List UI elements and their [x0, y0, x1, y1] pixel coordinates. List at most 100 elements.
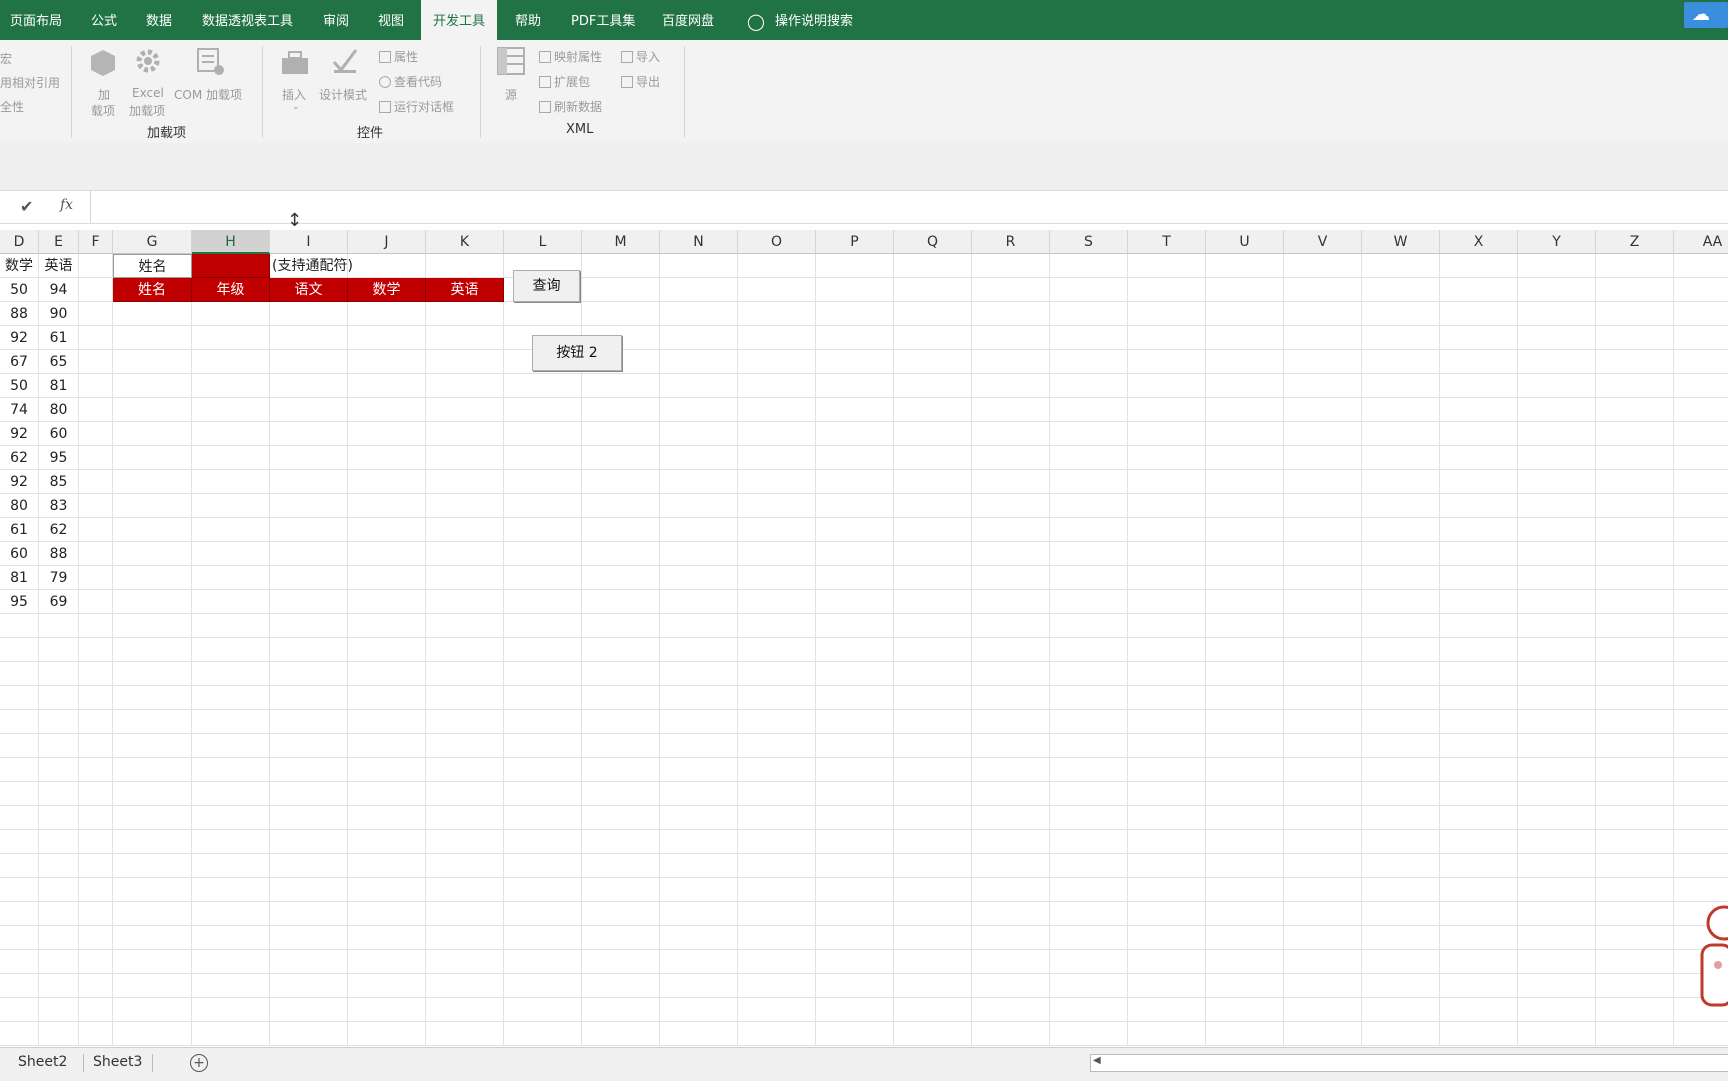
grid-cell[interactable] — [1128, 278, 1206, 302]
horizontal-scrollbar[interactable]: ◀ — [1090, 1054, 1728, 1072]
grid-cell[interactable] — [1362, 998, 1440, 1022]
grid-cell[interactable] — [660, 758, 738, 782]
grid-cell[interactable] — [1440, 806, 1518, 830]
grid-cell[interactable] — [348, 374, 426, 398]
grid-cell[interactable] — [1284, 830, 1362, 854]
grid-cell[interactable] — [972, 614, 1050, 638]
grid-cell[interactable] — [270, 806, 348, 830]
grid-cell[interactable] — [1284, 350, 1362, 374]
grid-cell[interactable] — [1050, 374, 1128, 398]
grid-cell[interactable] — [660, 614, 738, 638]
grid-cell[interactable] — [113, 974, 192, 998]
grid-cell[interactable] — [426, 302, 504, 326]
excel-addins-line2[interactable]: 加载项 — [129, 102, 165, 119]
grid-cell[interactable] — [113, 302, 192, 326]
grid-cell[interactable] — [192, 638, 270, 662]
grid-cell[interactable] — [1128, 1022, 1206, 1046]
grid-cell[interactable] — [972, 758, 1050, 782]
grid-cell[interactable] — [972, 518, 1050, 542]
grid-cell[interactable] — [1362, 638, 1440, 662]
grid-cell[interactable] — [972, 926, 1050, 950]
grid-cell[interactable] — [1440, 422, 1518, 446]
grid-cell[interactable] — [894, 326, 972, 350]
grid-cell[interactable] — [504, 422, 582, 446]
grid-cell[interactable] — [270, 854, 348, 878]
grid-cell[interactable] — [0, 926, 39, 950]
grid-cell[interactable] — [894, 710, 972, 734]
grid-cell[interactable] — [348, 854, 426, 878]
grid-cell[interactable] — [192, 398, 270, 422]
grid-cell[interactable] — [113, 686, 192, 710]
grid-cell[interactable] — [894, 830, 972, 854]
grid-cell[interactable] — [816, 590, 894, 614]
grid-cell[interactable] — [1284, 902, 1362, 926]
grid-cell[interactable] — [1050, 422, 1128, 446]
grid-cell[interactable] — [894, 398, 972, 422]
grid-cell[interactable] — [1284, 542, 1362, 566]
grid-cell[interactable] — [426, 1022, 504, 1046]
import-button[interactable]: 导入 — [621, 48, 660, 65]
grid-cell[interactable] — [738, 374, 816, 398]
grid-cell[interactable] — [1284, 854, 1362, 878]
grid-cell[interactable] — [738, 734, 816, 758]
grid-cell[interactable] — [1050, 782, 1128, 806]
grid-cell[interactable] — [660, 806, 738, 830]
grid-cell[interactable] — [738, 446, 816, 470]
grid-cell[interactable] — [1518, 518, 1596, 542]
grid-cell[interactable] — [1050, 638, 1128, 662]
grid-cell[interactable] — [1050, 998, 1128, 1022]
grid-cell[interactable] — [816, 254, 894, 278]
grid-cell[interactable] — [1128, 422, 1206, 446]
grid-cell[interactable] — [660, 302, 738, 326]
grid-cell[interactable] — [1128, 710, 1206, 734]
grid-cell[interactable] — [1206, 518, 1284, 542]
grid-cell[interactable] — [1518, 350, 1596, 374]
grid-cell[interactable] — [426, 782, 504, 806]
grid-cell[interactable] — [894, 278, 972, 302]
grid-cell[interactable] — [504, 494, 582, 518]
cell-math-value[interactable]: 80 — [0, 494, 39, 518]
grid-cell[interactable] — [39, 998, 79, 1022]
grid-cell[interactable] — [1440, 614, 1518, 638]
grid-cell[interactable] — [504, 950, 582, 974]
column-header-z[interactable]: Z — [1596, 230, 1674, 254]
grid-cell[interactable] — [1362, 278, 1440, 302]
grid-cell[interactable] — [79, 734, 113, 758]
grid-cell[interactable] — [348, 422, 426, 446]
grid-cell[interactable] — [1440, 950, 1518, 974]
grid-cell[interactable] — [894, 350, 972, 374]
grid-cell[interactable] — [1128, 806, 1206, 830]
grid-cell[interactable] — [270, 542, 348, 566]
grid-cell[interactable] — [738, 590, 816, 614]
grid-cell[interactable] — [660, 830, 738, 854]
macro-security-partial[interactable]: 宏 — [0, 50, 12, 67]
grid-cell[interactable] — [113, 926, 192, 950]
grid-cell[interactable] — [504, 902, 582, 926]
grid-cell[interactable] — [1440, 710, 1518, 734]
grid-cell[interactable] — [426, 878, 504, 902]
query-wildcard-hint[interactable]: (支持通配符) — [270, 254, 353, 278]
grid-cell[interactable] — [1362, 974, 1440, 998]
grid-cell[interactable] — [1050, 734, 1128, 758]
grid-cell[interactable] — [39, 806, 79, 830]
grid-cell[interactable] — [426, 566, 504, 590]
tab-developer[interactable]: 开发工具 — [421, 0, 498, 40]
grid-cell[interactable] — [1518, 614, 1596, 638]
grid-cell[interactable] — [504, 734, 582, 758]
grid-cell[interactable] — [816, 278, 894, 302]
grid-cell[interactable] — [1284, 950, 1362, 974]
grid-cell[interactable] — [79, 254, 113, 278]
cell-math-value[interactable]: 61 — [0, 518, 39, 542]
grid-cell[interactable] — [582, 758, 660, 782]
grid-cell[interactable] — [1206, 662, 1284, 686]
grid-cell[interactable] — [79, 830, 113, 854]
grid-cell[interactable] — [1518, 398, 1596, 422]
grid-cell[interactable] — [1596, 806, 1674, 830]
grid-cell[interactable] — [1440, 974, 1518, 998]
grid-cell[interactable] — [1440, 782, 1518, 806]
grid-cell[interactable] — [1440, 566, 1518, 590]
grid-cell[interactable] — [1128, 902, 1206, 926]
grid-cell[interactable] — [738, 830, 816, 854]
grid-cell[interactable] — [972, 1022, 1050, 1046]
grid-cell[interactable] — [660, 398, 738, 422]
